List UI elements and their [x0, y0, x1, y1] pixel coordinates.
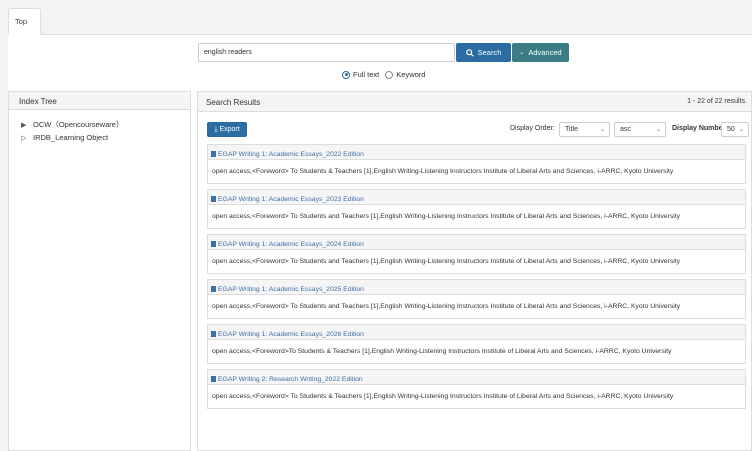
tab-top[interactable]: Top	[8, 8, 41, 35]
download-icon: ⤓	[214, 125, 218, 133]
search-button-label: Search	[477, 48, 502, 57]
main-content: english readers Search ⌄ Advanced Full t…	[8, 35, 752, 451]
result-title-link[interactable]: EGAP Writing 1: Academic Essays_2023 Edi…	[208, 190, 745, 205]
result-item: EGAP Writing 1: Academic Essays_2026 Edi…	[207, 324, 746, 364]
document-icon	[211, 286, 216, 292]
result-title: EGAP Writing 1: Academic Essays_2024 Edi…	[218, 240, 364, 248]
result-description: open access,<Foreword> To Students and T…	[212, 258, 681, 265]
result-title-link[interactable]: EGAP Writing 1: Academic Essays_2026 Edi…	[208, 325, 745, 340]
results-header: Search Results 1 - 22 of 22 results.	[198, 92, 751, 112]
tree-item-label: OCW（Opencourseware）	[33, 120, 124, 129]
result-title: EGAP Writing 2: Research Writing_2022 Ed…	[218, 375, 363, 383]
result-description: open access,<Foreword> To Students and T…	[212, 213, 681, 220]
radio-full-text[interactable]	[342, 70, 350, 79]
display-number-value: 50	[727, 126, 735, 133]
top-strip	[0, 0, 752, 8]
results-list: EGAP Writing 1: Academic Essays_2022 Edi…	[207, 144, 746, 414]
document-icon	[211, 241, 216, 247]
advanced-button[interactable]: ⌄ Advanced	[512, 43, 569, 62]
result-item: EGAP Writing 1: Academic Essays_2023 Edi…	[207, 189, 746, 229]
radio-keyword[interactable]	[385, 70, 394, 79]
order-dir-value: asc	[620, 126, 631, 133]
search-button[interactable]: Search	[456, 43, 511, 62]
result-title-link[interactable]: EGAP Writing 1: Academic Essays_2025 Edi…	[208, 280, 745, 295]
export-button-label: Export	[219, 126, 240, 133]
display-number-select[interactable]: 50 ⌄	[721, 122, 749, 137]
index-tree-panel: Index Tree ▶ OCW（Opencourseware） ▷ IRDB_…	[8, 91, 191, 451]
result-description: open access,<Foreword>To Students & Teac…	[212, 348, 672, 355]
index-tree-title: Index Tree	[9, 92, 190, 110]
result-description: open access,<Foreword> To Students & Tea…	[212, 393, 674, 400]
result-title-link[interactable]: EGAP Writing 1: Academic Essays_2022 Edi…	[208, 145, 745, 160]
chevron-down-icon: ⌄	[599, 127, 605, 133]
tree-item-ocw[interactable]: ▶ OCW（Opencourseware）	[21, 118, 190, 131]
result-title: EGAP Writing 1: Academic Essays_2025 Edi…	[218, 285, 364, 293]
document-icon	[211, 196, 216, 202]
document-icon	[211, 376, 216, 382]
search-input[interactable]: english readers	[198, 43, 455, 62]
document-icon	[211, 151, 216, 157]
result-title: EGAP Writing 1: Academic Essays_2023 Edi…	[218, 195, 364, 203]
tree-item-label: IRDB_Learning Object	[33, 133, 109, 142]
index-tree: ▶ OCW（Opencourseware） ▷ IRDB_Learning Ob…	[9, 110, 190, 144]
expand-arrow-icon[interactable]: ▶	[21, 121, 33, 129]
result-title: EGAP Writing 1: Academic Essays_2026 Edi…	[218, 330, 364, 338]
search-mode-radios: Full text Keyword	[342, 70, 425, 79]
radio-full-text-label: Full text	[353, 70, 380, 79]
document-icon	[211, 331, 216, 337]
expand-arrow-icon[interactable]: ▷	[21, 134, 33, 142]
result-item: EGAP Writing 2: Research Writing_2022 Ed…	[207, 369, 746, 409]
result-item: EGAP Writing 1: Academic Essays_2024 Edi…	[207, 234, 746, 274]
radio-keyword-label: Keyword	[396, 70, 426, 79]
result-item: EGAP Writing 1: Academic Essays_2022 Edi…	[207, 144, 746, 184]
result-title-link[interactable]: EGAP Writing 2: Research Writing_2022 Ed…	[208, 370, 745, 385]
export-button[interactable]: ⤓ Export	[207, 122, 247, 137]
order-field-value: Title	[565, 126, 578, 133]
display-order-label: Display Order:	[510, 125, 555, 132]
order-dir-select[interactable]: asc ⌄	[614, 122, 666, 137]
order-field-select[interactable]: Title ⌄	[559, 122, 610, 137]
result-description: open access,<Foreword> To Students and T…	[212, 303, 681, 310]
chevron-down-icon: ⌄	[655, 127, 661, 133]
results-title: Search Results	[206, 98, 261, 107]
tab-bar: Top	[8, 8, 752, 35]
search-results-panel: Search Results 1 - 22 of 22 results. ⤓ E…	[197, 91, 752, 451]
advanced-button-label: Advanced	[528, 48, 562, 57]
result-title: EGAP Writing 1: Academic Essays_2022 Edi…	[218, 150, 364, 158]
tree-item-irdb[interactable]: ▷ IRDB_Learning Object	[21, 131, 190, 144]
result-description: open access,<Foreword> To Students & Tea…	[212, 168, 674, 175]
results-toolbar: ⤓ Export Display Order: Title ⌄ asc ⌄ Di…	[198, 112, 752, 142]
result-title-link[interactable]: EGAP Writing 1: Academic Essays_2024 Edi…	[208, 235, 745, 250]
chevron-down-icon: ⌄	[519, 50, 525, 56]
search-icon	[465, 48, 474, 57]
chevron-down-icon: ⌄	[738, 127, 744, 133]
result-item: EGAP Writing 1: Academic Essays_2025 Edi…	[207, 279, 746, 319]
display-number-label: Display Number	[672, 125, 726, 132]
results-count: 1 - 22 of 22 results.	[687, 98, 747, 105]
